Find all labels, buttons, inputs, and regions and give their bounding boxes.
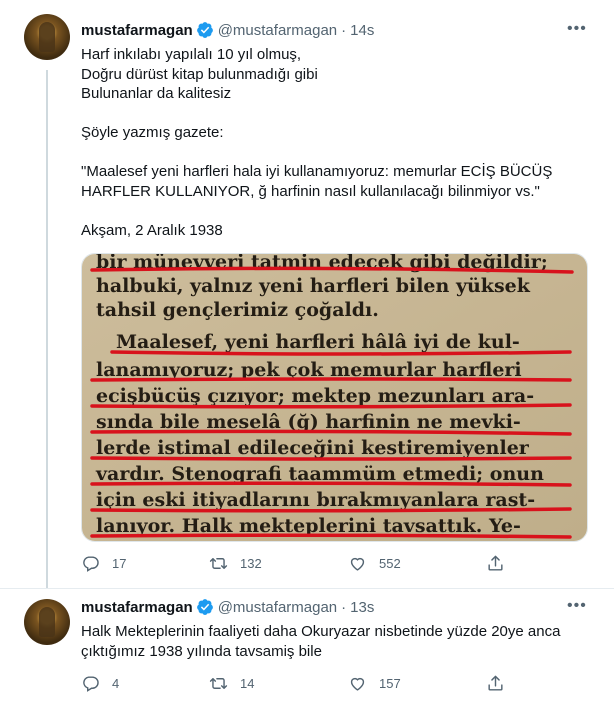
red-underline (110, 350, 572, 356)
thread-connector-line (46, 70, 48, 588)
clipping-line-6: ecişbücüş çızıyor; mektep mezunları ara- (96, 385, 534, 407)
retweet-icon (209, 677, 228, 689)
tweet-header: mustafarmagan @mustafarmagan · 13s (81, 597, 374, 617)
like-count: 157 (379, 675, 401, 691)
text-line: "Maalesef yeni harfleri hala iyi kullana… (81, 163, 553, 180)
share-button[interactable] (486, 672, 517, 694)
reply-count: 17 (112, 555, 127, 571)
reply-button[interactable]: 17 (81, 552, 126, 574)
like-button[interactable]: 552 (348, 552, 401, 574)
timestamp[interactable]: 14s (350, 22, 374, 39)
display-name[interactable]: mustafarmagan (81, 599, 193, 616)
heart-icon (350, 557, 365, 571)
clipping-line-2: halbuki, yalnız yeni harfleri bilen yüks… (96, 275, 531, 297)
text-line: çıktığımız 1938 yılında tavsamiş bile (81, 642, 322, 660)
avatar[interactable] (24, 599, 70, 645)
reply-icon (83, 675, 99, 692)
heart-icon (350, 677, 365, 691)
user-handle[interactable]: @mustafarmagan (218, 22, 337, 39)
clipping-line-4: Maalesef, yeni harfleri hâlâ iyi de kul- (116, 331, 520, 353)
retweet-count: 14 (240, 675, 255, 691)
clipping-line-8: lerde istimal edileceğini kestiremiyenle… (96, 437, 530, 459)
share-button[interactable] (486, 552, 517, 574)
reply-button[interactable]: 4 (81, 672, 119, 694)
tweet-text: Harf inkılabı yapılalı 10 yıl olmuş, Doğ… (81, 45, 586, 240)
text-line: Halk Mekteplerinin faaliyeti daha Okurya… (81, 623, 561, 640)
display-name[interactable]: mustafarmagan (81, 22, 193, 39)
red-underline (90, 403, 572, 409)
share-icon (488, 675, 503, 691)
user-handle[interactable]: @mustafarmagan (218, 599, 337, 616)
more-horizontal-icon[interactable]: ••• (567, 21, 586, 42)
red-underline (90, 456, 572, 461)
newspaper-clipping-image[interactable]: bir münevveri tatmin edecek gibi değildi… (81, 253, 588, 542)
reply-count: 4 (112, 675, 120, 691)
retweet-button[interactable]: 132 (209, 552, 262, 574)
tweet-text: Halk Mekteplerinin faaliyeti daha Okurya… (81, 622, 586, 661)
more-horizontal-icon[interactable]: ••• (567, 598, 586, 619)
verified-badge-icon (196, 22, 213, 38)
retweet-button[interactable]: 14 (209, 672, 254, 694)
tweet-actions: 4 14 157 (81, 672, 521, 694)
red-underline (90, 481, 572, 487)
tweet-actions: 17 132 552 (81, 552, 521, 574)
text-line: Harf inkılabı yapılalı 10 yıl olmuş, (81, 46, 302, 63)
retweet-icon (209, 557, 228, 569)
newspaper-clipping-svg: bir münevveri tatmin edecek gibi değildi… (82, 254, 587, 541)
reply-icon (83, 555, 99, 572)
timestamp[interactable]: 13s (350, 599, 374, 616)
clipping-line-10: için eski itiyadlarını bırakmıyanlara ra… (96, 489, 535, 511)
red-underline (90, 507, 572, 513)
like-button[interactable]: 157 (348, 672, 401, 694)
separator-dot: · (341, 21, 347, 39)
clipping-line-3: tahsil gençlerimiz çoğaldı. (96, 299, 379, 321)
tweet-2[interactable]: mustafarmagan @mustafarmagan · 13s ••• H… (0, 589, 614, 713)
text-line: Şöyle yazmış gazete: (81, 124, 224, 141)
text-line: Akşam, 2 Aralık 1938 (81, 221, 223, 239)
retweet-count: 132 (240, 555, 262, 571)
tweet-1[interactable]: mustafarmagan @mustafarmagan · 14s ••• H… (0, 0, 614, 589)
verified-badge-icon (196, 599, 213, 615)
red-underline (90, 533, 572, 539)
share-icon (488, 555, 503, 571)
like-count: 552 (379, 555, 401, 571)
text-line: Bulunanlar da kalitesiz (81, 85, 232, 102)
text-line: Doğru dürüst kitap bulunmadığı gibi (81, 65, 318, 83)
tweet-header: mustafarmagan @mustafarmagan · 14s (81, 20, 374, 40)
separator-dot: · (341, 598, 347, 616)
avatar[interactable] (24, 14, 70, 60)
text-line: HARFLER KULLANIYOR, ğ harfinin nasıl kul… (81, 182, 540, 200)
red-underline (90, 377, 572, 382)
